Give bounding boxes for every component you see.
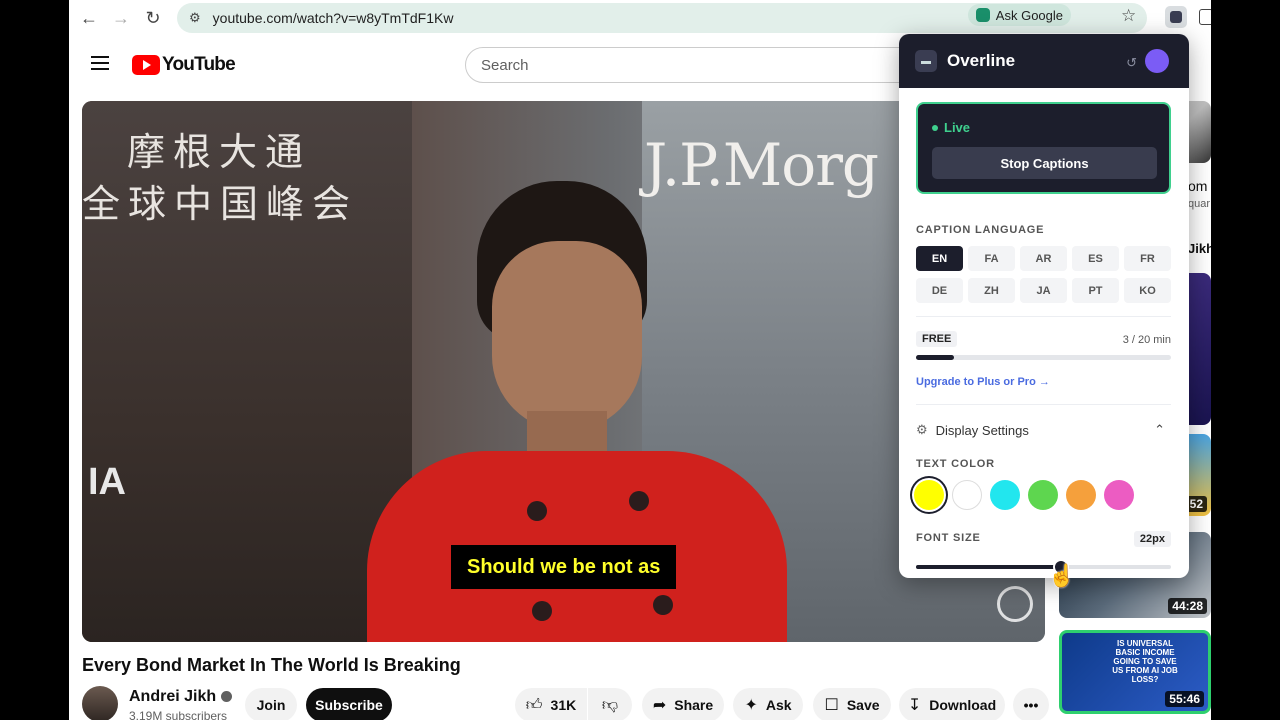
language-option-pt[interactable]: PT xyxy=(1072,278,1119,303)
related-video-channel: Jikh xyxy=(1188,241,1211,256)
like-button[interactable]: 👍︎ 31K xyxy=(515,688,587,720)
language-option-es[interactable]: ES xyxy=(1072,246,1119,271)
color-swatch[interactable] xyxy=(952,480,982,510)
back-icon[interactable]: ← xyxy=(75,4,103,32)
extension-overline-icon[interactable] xyxy=(1165,6,1187,28)
more-actions-button[interactable]: ••• xyxy=(1013,688,1049,720)
search-input[interactable]: Search xyxy=(465,47,925,83)
overline-popup: ▬ Overline ↺ Live Stop Captions CAPTION … xyxy=(899,34,1189,578)
color-swatch[interactable] xyxy=(1066,480,1096,510)
text-color-swatches xyxy=(914,480,1134,510)
history-icon[interactable]: ↺ xyxy=(1126,55,1137,71)
live-dot-icon xyxy=(932,124,938,131)
video-sign-chinese: 摩根大通 xyxy=(127,130,312,174)
ask-button[interactable]: ✦ Ask xyxy=(733,688,803,720)
related-video-title: om xyxy=(1188,178,1208,194)
caption-language-label: CAPTION LANGUAGE xyxy=(916,224,1045,236)
related-video-thumbnail[interactable]: IS UNIVERSAL BASIC INCOME GOING TO SAVE … xyxy=(1059,630,1211,714)
gear-icon: ⚙ xyxy=(916,422,928,437)
plan-badge: FREE xyxy=(916,331,958,347)
join-button[interactable]: Join xyxy=(245,688,297,720)
screen: ← → ↻ ⚙ youtube.com/watch?v=w8yTmTdF1Kw … xyxy=(69,0,1211,720)
reload-icon[interactable]: ↻ xyxy=(139,4,167,32)
font-size-slider[interactable] xyxy=(916,559,1171,575)
live-status: Live xyxy=(932,120,970,135)
youtube-logo[interactable]: YouTube xyxy=(132,54,236,76)
site-settings-icon[interactable]: ⚙ xyxy=(189,10,201,26)
language-option-fa[interactable]: FA xyxy=(968,246,1015,271)
url-text: youtube.com/watch?v=w8yTmTdF1Kw xyxy=(212,10,454,26)
browser-toolbar: ← → ↻ ⚙ youtube.com/watch?v=w8yTmTdF1Kw … xyxy=(69,0,1211,36)
live-caption: Should we be not as xyxy=(451,545,677,589)
color-swatch[interactable] xyxy=(1028,480,1058,510)
font-size-value: 22px xyxy=(1133,531,1171,547)
mouse-cursor-icon: ☝ xyxy=(1048,563,1076,588)
video-title: Every Bond Market In The World Is Breaki… xyxy=(82,655,461,675)
ask-google-button[interactable]: Ask Google xyxy=(967,4,1071,26)
bookmark-icon: ☐ xyxy=(824,697,839,714)
extensions-puzzle-icon[interactable] xyxy=(1199,9,1211,25)
youtube-play-icon xyxy=(132,55,160,75)
google-lens-icon xyxy=(975,8,990,22)
overline-logo-icon: ▬ xyxy=(915,50,937,72)
stop-captions-button[interactable]: Stop Captions xyxy=(932,147,1157,179)
text-color-label: TEXT COLOR xyxy=(916,458,995,470)
forward-icon[interactable]: → xyxy=(107,4,135,32)
save-button[interactable]: ☐ Save xyxy=(813,688,891,720)
extension-name: Overline xyxy=(947,51,1016,70)
language-option-ko[interactable]: KO xyxy=(1124,278,1171,303)
related-video-meta: quar xyxy=(1188,198,1211,210)
language-option-de[interactable]: DE xyxy=(916,278,963,303)
sparkle-icon: ✦ xyxy=(744,697,758,714)
user-avatar[interactable] xyxy=(1145,49,1169,73)
thumbs-up-icon: 👍︎ xyxy=(525,696,543,714)
video-duration: 55:46 xyxy=(1165,691,1204,707)
usage-text: 3 / 20 min xyxy=(1122,334,1171,346)
thumbnail-caption: IS UNIVERSAL BASIC INCOME GOING TO SAVE … xyxy=(1112,639,1178,684)
language-option-en[interactable]: EN xyxy=(916,246,963,271)
subscribe-button[interactable]: Subscribe xyxy=(306,688,392,720)
live-status-card: Live Stop Captions xyxy=(916,102,1171,194)
color-swatch[interactable] xyxy=(990,480,1020,510)
video-sign-chinese-2: 全球中国峰会 xyxy=(82,182,359,226)
language-grid: EN FA AR ES FR DE ZH JA PT KO xyxy=(916,246,1172,303)
verified-badge-icon xyxy=(221,691,233,703)
color-swatch[interactable] xyxy=(914,480,944,510)
language-option-zh[interactable]: ZH xyxy=(968,278,1015,303)
more-horizontal-icon: ••• xyxy=(1023,697,1039,713)
usage-progress-bar xyxy=(916,355,1171,360)
language-option-ja[interactable]: JA xyxy=(1020,278,1067,303)
download-icon: ↧ xyxy=(907,697,922,714)
video-duration: 44:28 xyxy=(1168,598,1207,614)
share-icon: ➦ xyxy=(652,697,667,714)
subscriber-count: 3.19M subscribers xyxy=(129,709,228,720)
display-settings-toggle[interactable]: ⚙ Display Settings ⌃ xyxy=(916,422,1171,438)
share-button[interactable]: ➦ Share xyxy=(642,688,724,720)
chevron-up-icon: ⌃ xyxy=(1154,422,1165,437)
font-size-label: FONT SIZE xyxy=(916,532,981,544)
language-option-fr[interactable]: FR xyxy=(1124,246,1171,271)
bookmark-star-icon[interactable]: ☆ xyxy=(1121,6,1136,26)
thumbs-down-icon: 👎︎ xyxy=(601,696,619,714)
color-swatch[interactable] xyxy=(1104,480,1134,510)
language-option-ar[interactable]: AR xyxy=(1020,246,1067,271)
channel-avatar[interactable] xyxy=(82,686,118,720)
dislike-button[interactable]: 👎︎ xyxy=(588,688,632,720)
upgrade-link[interactable]: Upgrade to Plus or Pro → xyxy=(916,376,1050,388)
download-button[interactable]: ↧ Download xyxy=(899,688,1005,720)
popup-header: ▬ Overline ↺ xyxy=(899,34,1189,88)
channel-name[interactable]: Andrei Jikh xyxy=(129,688,233,706)
channel-watermark-icon xyxy=(997,586,1033,622)
video-sign-left: IA xyxy=(88,461,126,503)
menu-icon[interactable] xyxy=(91,56,109,70)
